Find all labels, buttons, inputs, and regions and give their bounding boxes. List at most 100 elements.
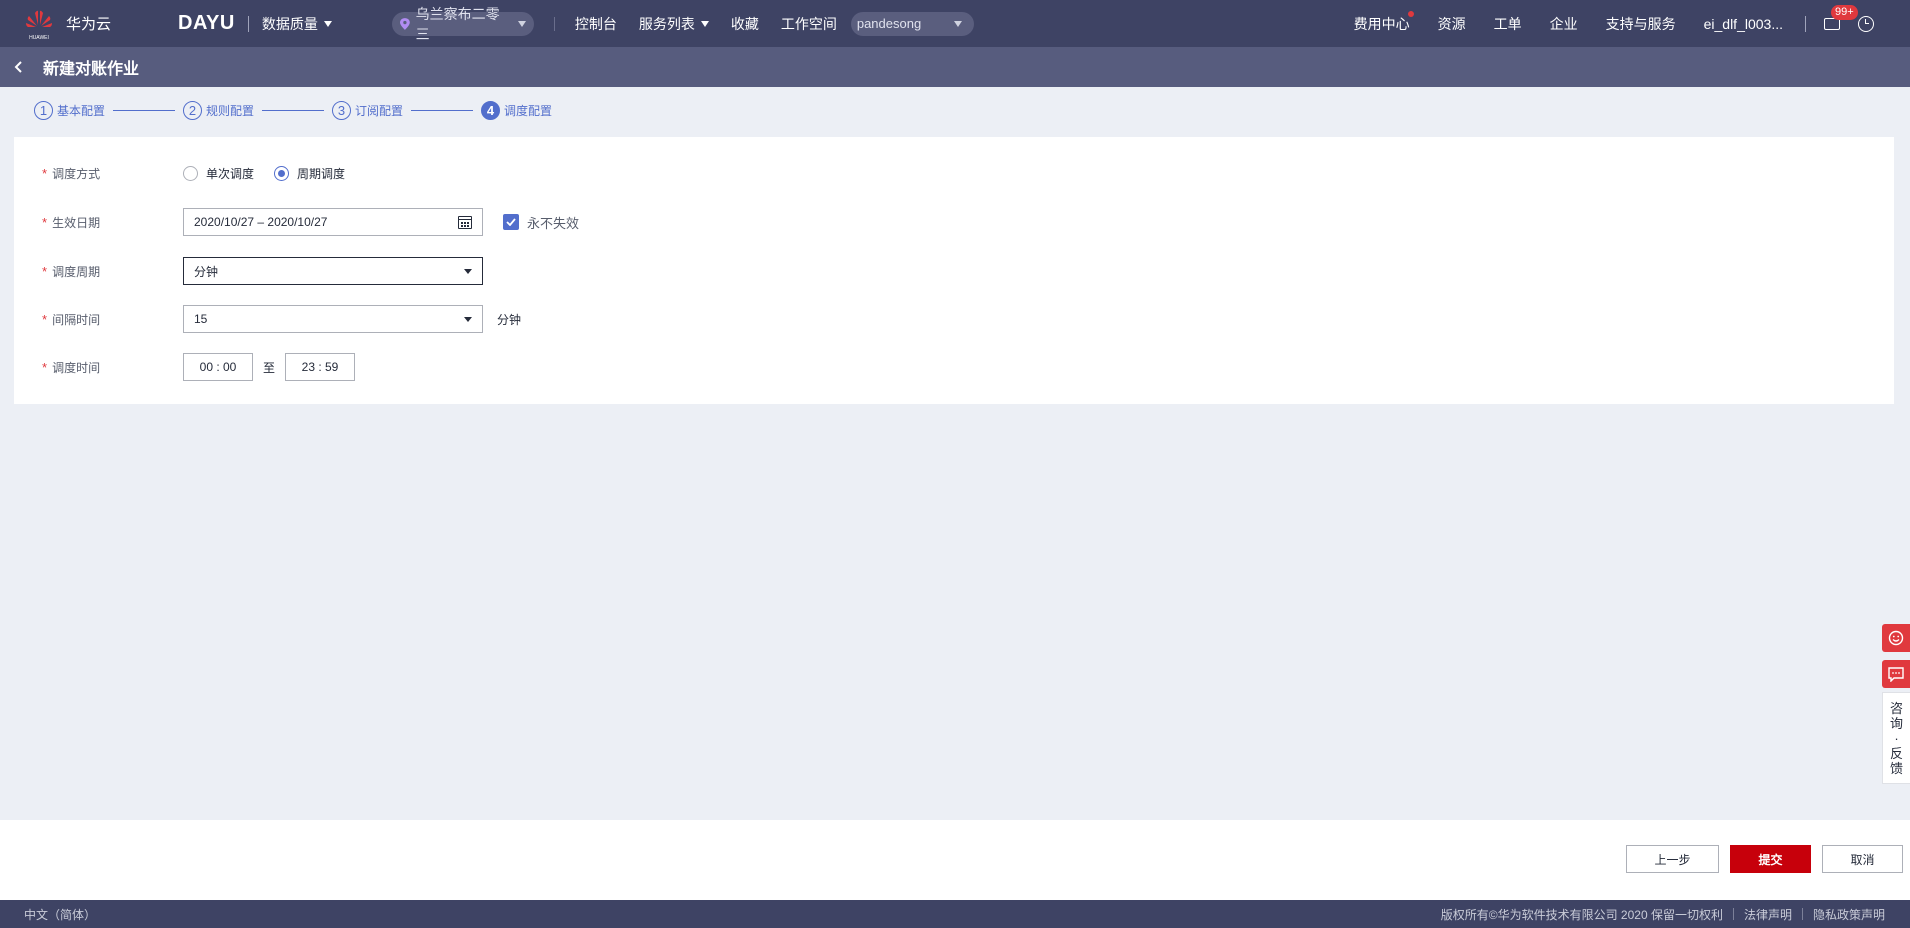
feedback-char: 馈 [1889,760,1903,776]
required-mark: * [42,311,48,327]
select-value: 分钟 [194,264,219,279]
row-schedule-time: * 调度时间 00 : 00 至 23 : 59 [42,353,356,381]
back-arrow-icon[interactable] [14,61,26,73]
mail-icon[interactable]: 99+ [1824,4,1858,30]
date-range-value: 2020/10/27 – 2020/10/27 [194,215,328,229]
schedule-form: * 调度方式 单次调度 周期调度 * 生效日期 2020/10/27 – 2020/… [14,137,1894,404]
wizard-steps: 1 基本配置 2 规则配置 3 订阅配置 4 调度配置 [34,100,552,120]
top-navbar: HUAWEI 华为云 DAYU 数据质量 乌兰察布二零三 控制台 服务列表 收藏… [0,0,1910,47]
workspace-value: pandesong [856,16,922,31]
step-rule-config[interactable]: 2 规则配置 [183,100,332,120]
schedule-period-select[interactable]: 分钟 [183,257,483,285]
nav-service-list-label: 服务列表 [638,15,695,32]
nav-favorites[interactable]: 收藏 [731,14,759,34]
nav-resources[interactable]: 资源 [1438,14,1466,34]
divider [1805,15,1806,32]
legal-link[interactable]: 法律声明 [1744,906,1792,923]
page-title: 新建对账作业 [43,61,140,78]
chat-button[interactable] [1882,660,1910,688]
radio-label: 单次调度 [206,166,255,181]
language-switcher[interactable]: 中文（简体） [24,906,96,923]
radio-periodic-schedule[interactable]: 周期调度 [274,165,345,182]
field-label: * 调度时间 [42,359,183,376]
start-time-value: 00 : 00 [199,360,237,374]
row-schedule-period: * 调度周期 分钟 [42,257,483,285]
field-label: * 间隔时间 [42,311,183,328]
step-connector [411,109,474,111]
step-basic-config[interactable]: 1 基本配置 [34,100,183,120]
divider [553,16,555,31]
page-footer: 中文（简体） 版权所有©华为软件技术有限公司 2020 保留一切权利 法律声明 … [0,900,1910,928]
huawei-wordmark: HUAWEI [29,35,49,41]
schedule-period-label: 调度周期 [52,264,101,279]
nav-support[interactable]: 支持与服务 [1606,14,1676,34]
workspace-select[interactable]: pandesong [850,11,974,36]
step-schedule-config[interactable]: 4 调度配置 [481,100,553,120]
nav-billing-label: 费用中心 [1353,15,1410,32]
radio-circle-checked [274,165,290,181]
nav-enterprise[interactable]: 企业 [1550,14,1578,34]
chevron-down-icon [953,20,962,27]
module-switcher[interactable]: 数据质量 [262,14,332,34]
checkbox-checked-icon [503,214,519,230]
step-subscription-config[interactable]: 3 订阅配置 [332,100,481,120]
row-effective-date: * 生效日期 2020/10/27 – 2020/10/27 永不失效 [42,208,579,236]
product-name[interactable]: DAYU [178,12,235,35]
region-selector[interactable]: 乌兰察布二零三 [391,6,534,42]
step-number: 4 [481,100,501,120]
submit-button[interactable]: 提交 [1730,845,1811,873]
never-expire-checkbox[interactable]: 永不失效 [503,213,579,232]
calendar-icon[interactable] [458,215,472,229]
feedback-char: 询 [1889,715,1903,731]
consult-feedback-tab[interactable]: 咨 询 · 反 馈 [1882,692,1910,784]
nav-tickets[interactable]: 工单 [1494,14,1522,34]
brand-text: 华为云 [66,16,112,33]
divider [1732,908,1734,920]
effective-date-label: 生效日期 [52,215,101,230]
region-label: 乌兰察布二零三 [415,5,500,42]
divider [1801,908,1803,920]
nav-billing-center[interactable]: 费用中心 [1353,10,1414,34]
interval-select[interactable]: 15 [183,305,483,333]
required-mark: * [42,165,48,181]
huawei-logo-icon: HUAWEI [24,7,54,41]
feedback-char: 反 [1889,745,1903,761]
step-label: 调度配置 [504,103,553,118]
nav-service-list[interactable]: 服务列表 [639,14,709,34]
step-number: 3 [332,100,352,120]
start-time-input[interactable]: 00 : 00 [183,353,253,381]
action-bar: 上一步 提交 取消 [0,820,1910,900]
chevron-down-icon [517,20,526,27]
time-range-separator: 至 [263,360,276,375]
clock-icon[interactable] [1858,15,1874,32]
huawei-cloud-logo[interactable]: HUAWEI 华为云 [24,7,116,41]
page-header: 新建对账作业 [0,47,1910,87]
schedule-time-label: 调度时间 [52,360,101,375]
schedule-mode-label: 调度方式 [52,166,101,181]
chat-bubble-icon [1888,666,1904,682]
feedback-char: · [1894,730,1899,746]
dropdown-arrow-icon [464,316,472,322]
field-label: * 调度周期 [42,263,183,280]
field-label: * 调度方式 [42,165,183,182]
select-value: 15 [194,312,208,326]
radio-single-schedule[interactable]: 单次调度 [183,165,254,182]
required-mark: * [42,263,48,279]
privacy-link[interactable]: 隐私政策声明 [1813,906,1885,923]
checkbox-label: 永不失效 [527,215,580,231]
cancel-button[interactable]: 取消 [1822,845,1903,873]
row-schedule-mode: * 调度方式 单次调度 周期调度 [42,159,365,187]
account-menu[interactable]: ei_dlf_l003... [1704,16,1783,32]
step-label: 订阅配置 [355,103,404,118]
copyright-text: 版权所有©华为软件技术有限公司 2020 保留一切权利 [1440,907,1723,922]
end-time-input[interactable]: 23 : 59 [285,353,356,381]
chevron-down-icon [323,20,332,27]
smiley-feedback-button[interactable] [1882,624,1910,652]
date-range-picker[interactable]: 2020/10/27 – 2020/10/27 [183,208,483,236]
nav-workspace[interactable]: 工作空间 [781,14,837,34]
nav-console[interactable]: 控制台 [575,14,617,34]
step-label: 规则配置 [206,103,255,118]
previous-step-button[interactable]: 上一步 [1626,845,1719,873]
radio-circle [183,165,198,181]
radio-label: 周期调度 [297,166,346,181]
